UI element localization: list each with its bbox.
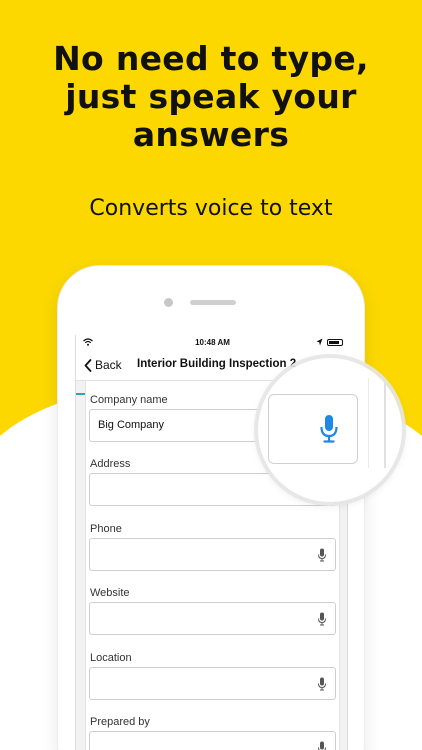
prepared-by-label: Prepared by bbox=[90, 716, 150, 728]
website-label: Website bbox=[90, 587, 130, 599]
zoom-magnifier bbox=[258, 358, 402, 502]
website-field[interactable] bbox=[89, 602, 336, 635]
status-time: 10:48 AM bbox=[195, 338, 230, 347]
location-arrow-icon bbox=[316, 338, 323, 346]
location-field[interactable] bbox=[89, 667, 336, 700]
zoom-divider bbox=[384, 378, 386, 468]
zoomed-input-field bbox=[268, 394, 358, 464]
earpiece-speaker bbox=[190, 300, 236, 305]
headline-line-1: No need to type, bbox=[53, 39, 369, 78]
company-name-label: Company name bbox=[90, 394, 168, 406]
back-button[interactable]: Back bbox=[84, 356, 122, 374]
front-camera bbox=[164, 298, 173, 307]
microphone-icon[interactable] bbox=[317, 548, 327, 562]
promo-headline: No need to type, just speak your answers bbox=[0, 40, 422, 154]
back-label: Back bbox=[95, 358, 122, 372]
status-bar: 10:48 AM bbox=[76, 335, 349, 349]
zoom-divider bbox=[368, 378, 369, 468]
address-label: Address bbox=[90, 458, 131, 470]
microphone-icon[interactable] bbox=[317, 677, 327, 691]
headline-line-2: just speak your bbox=[65, 77, 357, 116]
chevron-left-icon bbox=[84, 358, 92, 372]
promo-subline: Converts voice to text bbox=[89, 196, 333, 221]
prepared-by-field[interactable] bbox=[89, 731, 336, 750]
phone-label: Phone bbox=[90, 523, 122, 535]
microphone-icon[interactable] bbox=[319, 414, 339, 444]
battery-icon bbox=[327, 339, 343, 346]
headline-line-3: answers bbox=[132, 115, 290, 154]
microphone-icon[interactable] bbox=[317, 741, 327, 750]
location-label: Location bbox=[90, 652, 132, 664]
phone-field[interactable] bbox=[89, 538, 336, 571]
page-title: Interior Building Inspection 2 bbox=[137, 358, 297, 370]
microphone-icon[interactable] bbox=[317, 612, 327, 626]
